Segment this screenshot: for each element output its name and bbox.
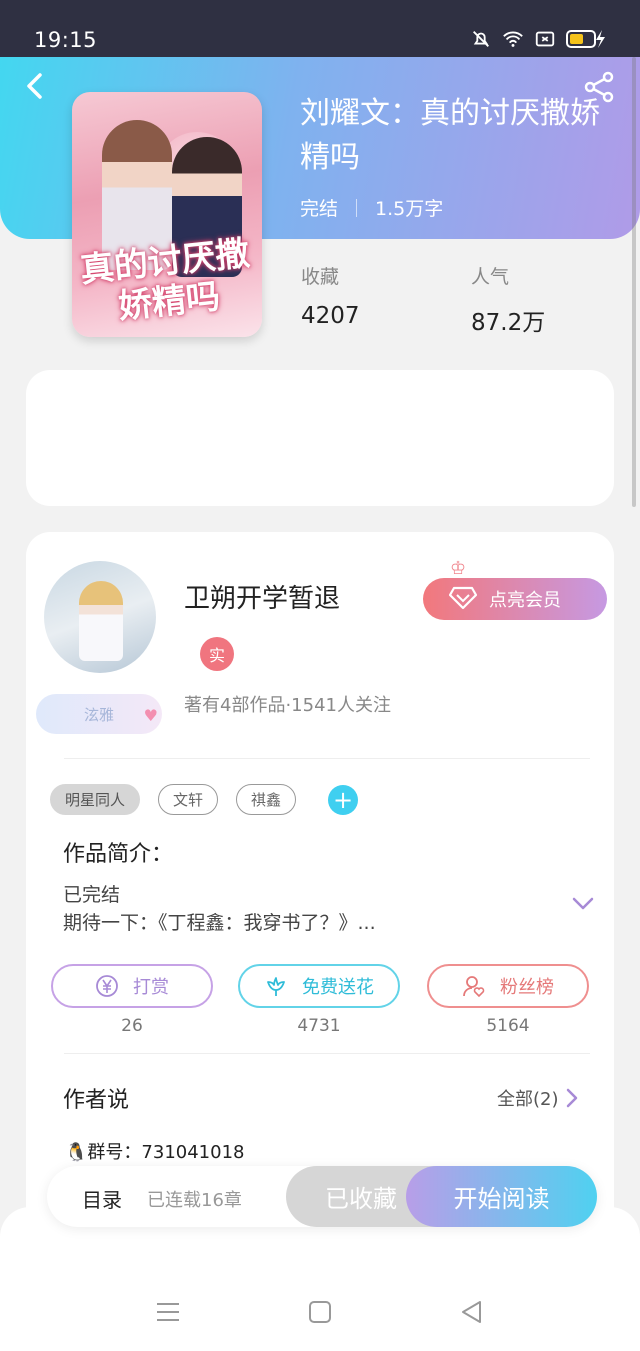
- reward-label: 打赏: [133, 977, 169, 998]
- author-info: 著有4部作品·1541人关注: [184, 695, 391, 716]
- intro-status: 已完结: [63, 884, 121, 906]
- tag-item[interactable]: 祺鑫: [236, 784, 297, 815]
- verified-badge: 实: [200, 637, 234, 671]
- back-icon[interactable]: [20, 70, 52, 102]
- badge-label: 泫雅: [83, 705, 114, 724]
- status-time: 19:15: [34, 28, 98, 52]
- meta-divider: [356, 198, 358, 217]
- chapter-count: 已连载16章: [147, 1190, 242, 1211]
- yuan-icon: [96, 975, 118, 997]
- flower-icon: [267, 977, 285, 996]
- author-says-item: 🐧群号：731041018: [65, 1142, 245, 1163]
- book-cover[interactable]: 真的讨厌撒娇精吗: [72, 92, 262, 337]
- sim-icon: [535, 31, 555, 47]
- mute-bell-icon: [473, 31, 489, 47]
- send-flower-label: 免费送花: [302, 977, 374, 998]
- wifi-icon: [503, 31, 523, 47]
- battery-icon: [566, 30, 605, 48]
- blank-card: [26, 370, 614, 506]
- intro-text: 期待一下：《丁程鑫：我穿书了？》...: [63, 912, 376, 934]
- chevron-down-icon[interactable]: [572, 896, 594, 912]
- status-icons: [470, 28, 610, 50]
- crown-icon: ♔: [450, 558, 467, 579]
- send-flower-button[interactable]: 免费送花: [238, 964, 400, 1008]
- tag-item[interactable]: 明星同人: [50, 784, 141, 815]
- stat-value: 87.2万: [471, 310, 546, 336]
- stat-favorites: 收藏 4207: [301, 262, 360, 329]
- book-title: 刘耀文：真的讨厌撒娇精吗: [300, 96, 600, 175]
- stat-value: 4207: [301, 303, 360, 329]
- status-bar: 19:15: [0, 0, 640, 57]
- fan-ranking-button[interactable]: 粉丝榜: [427, 964, 589, 1008]
- toc-button[interactable]: 目录: [82, 1184, 122, 1213]
- avatar-art: [79, 581, 123, 661]
- divider: [64, 1053, 590, 1054]
- menu-icon[interactable]: [154, 1298, 182, 1326]
- tag-list: 明星同人 文轩 祺鑫 +: [50, 784, 359, 815]
- stat-label: 人气: [471, 266, 510, 288]
- author-title-badge: 泫雅 ♥: [36, 694, 162, 734]
- back-triangle-icon[interactable]: [458, 1298, 486, 1326]
- fan-count: 5164: [486, 1016, 530, 1036]
- divider: [64, 758, 590, 759]
- reward-button[interactable]: 打赏: [51, 964, 213, 1008]
- book-status: 完结: [300, 198, 339, 220]
- reward-count: 26: [121, 1016, 143, 1036]
- fan-ranking-label: 粉丝榜: [500, 977, 554, 998]
- user-heart-icon: [463, 976, 485, 998]
- all-label: 全部(2): [497, 1089, 559, 1110]
- diamond-icon: [449, 586, 477, 610]
- vip-label: 点亮会员: [489, 590, 561, 611]
- system-nav-bar: [0, 1207, 640, 1351]
- stat-label: 收藏: [301, 266, 340, 288]
- author-says-all-link[interactable]: 全部(2): [497, 1085, 579, 1111]
- chevron-right-icon: [566, 1088, 577, 1108]
- home-icon[interactable]: [306, 1298, 334, 1326]
- heart-icon: ♥: [143, 706, 158, 725]
- cover-title: 真的讨厌撒娇精吗: [78, 233, 252, 328]
- tag-item[interactable]: 文轩: [158, 784, 219, 815]
- author-name[interactable]: 卫朔开学暂退: [184, 578, 340, 615]
- author-says-label: 作者说: [63, 1088, 130, 1113]
- book-meta: 完结 1.5万字: [300, 194, 443, 221]
- stat-popularity: 人气 87.2万: [471, 262, 545, 337]
- book-word-count: 1.5万字: [375, 198, 444, 220]
- start-reading-button[interactable]: 开始阅读: [406, 1166, 597, 1227]
- flower-count: 4731: [297, 1016, 341, 1036]
- add-tag-button[interactable]: +: [328, 784, 359, 815]
- author-avatar[interactable]: [44, 561, 156, 673]
- scrollbar[interactable]: [632, 57, 636, 507]
- intro-label: 作品简介：: [63, 842, 174, 867]
